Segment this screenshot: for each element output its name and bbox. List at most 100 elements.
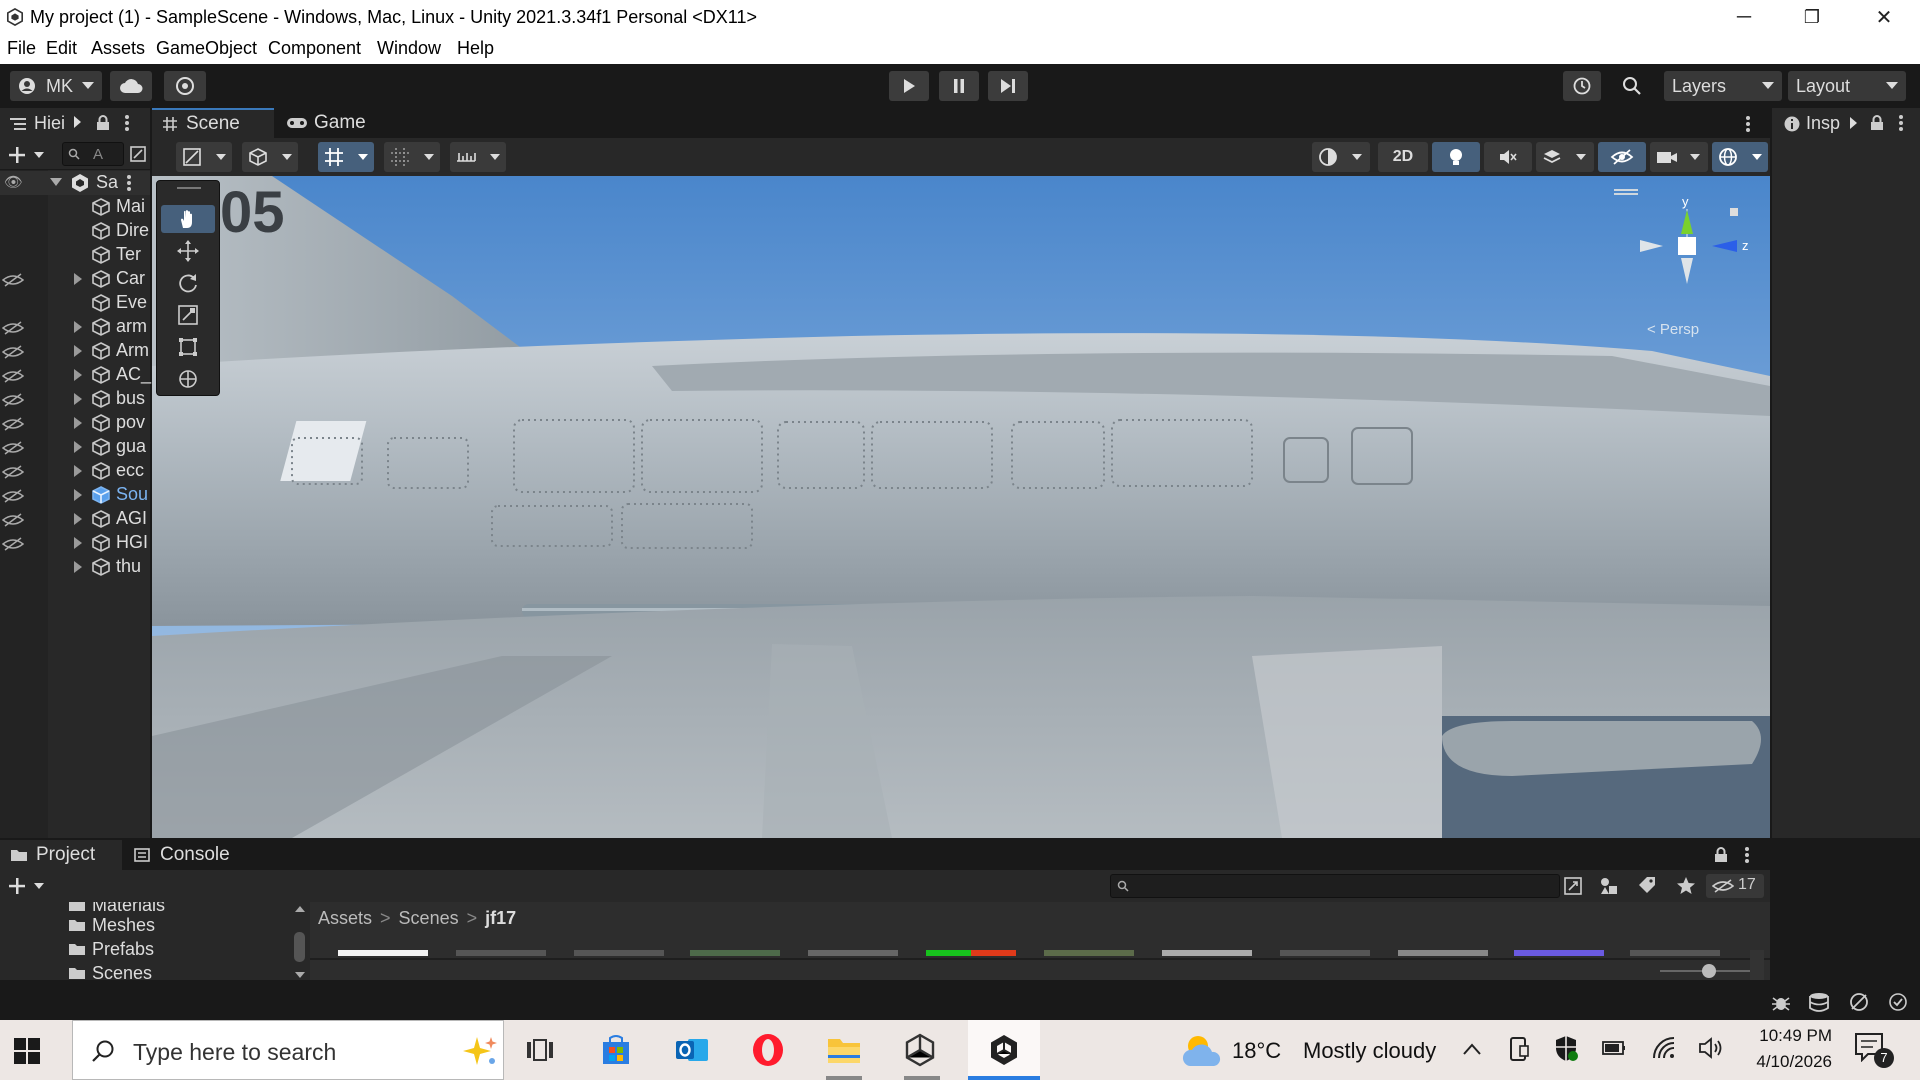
hidden-eye-icon[interactable] (2, 417, 24, 431)
asset-thumbnail[interactable] (338, 950, 428, 956)
ruler-dropdown[interactable] (450, 142, 506, 172)
layers-dropdown[interactable]: Layers (1664, 71, 1782, 101)
mode-2d-toggle[interactable]: 2D (1378, 142, 1428, 172)
camera-dropdown[interactable] (1650, 142, 1708, 172)
hidden-eye-icon[interactable] (2, 369, 24, 383)
tab-overflow-icon[interactable] (74, 116, 81, 128)
hidden-eye-icon[interactable] (2, 465, 24, 479)
hierarchy-search-input[interactable]: A (62, 142, 124, 166)
expand-arrow-icon[interactable] (74, 561, 82, 573)
security-shield-icon[interactable] (1554, 1034, 1578, 1062)
favorite-star-icon[interactable] (1676, 876, 1696, 896)
search-button[interactable] (1613, 71, 1651, 101)
folder-item-prefabs[interactable]: Prefabs (68, 938, 154, 960)
draw-mode-dropdown[interactable] (176, 142, 232, 172)
audio-toggle[interactable] (1484, 142, 1532, 172)
hidden-eye-icon[interactable] (2, 321, 24, 335)
grid-snapping-toggle[interactable] (318, 142, 374, 172)
unity-hub-button[interactable] (898, 1028, 942, 1072)
scene-root-row[interactable]: 👁 Sa (0, 171, 150, 195)
layout-dropdown[interactable]: Layout (1788, 71, 1906, 101)
hidden-eye-icon[interactable] (2, 489, 24, 503)
expand-arrow-icon[interactable] (74, 441, 82, 453)
add-icon[interactable] (8, 146, 26, 164)
rect-tool-button[interactable] (161, 333, 215, 361)
tab-game[interactable]: Game (276, 108, 386, 138)
hierarchy-item[interactable]: Arm (0, 339, 150, 363)
lock-icon[interactable] (1870, 115, 1884, 131)
expand-arrow-icon[interactable] (74, 513, 82, 525)
kebab-menu-icon[interactable] (1898, 115, 1904, 131)
collab-button[interactable] (164, 71, 206, 101)
asset-scrollbar[interactable] (1750, 950, 1764, 980)
outlook-button[interactable] (670, 1028, 714, 1072)
icon-size-slider-handle[interactable] (1702, 964, 1716, 978)
opera-button[interactable] (746, 1028, 790, 1072)
unity-editor-button[interactable] (968, 1020, 1040, 1080)
render-mode-dropdown[interactable] (242, 142, 298, 172)
hierarchy-item[interactable]: arm (0, 315, 150, 339)
scale-tool-button[interactable] (161, 301, 215, 329)
microsoft-store-button[interactable] (594, 1028, 638, 1072)
hierarchy-item[interactable]: bus (0, 387, 150, 411)
step-button[interactable] (988, 71, 1028, 101)
hidden-eye-icon[interactable] (2, 345, 24, 359)
start-button[interactable] (14, 1038, 40, 1069)
asset-thumbnail[interactable] (456, 950, 546, 956)
scene-visibility-icon[interactable] (130, 146, 146, 162)
kebab-menu-icon[interactable] (1744, 847, 1750, 863)
hierarchy-item[interactable]: pov (0, 411, 150, 435)
hierarchy-item[interactable]: Ter (0, 243, 150, 267)
expand-arrow-icon[interactable] (74, 417, 82, 429)
weather-temperature[interactable]: 18°C (1232, 1038, 1281, 1064)
phone-link-icon[interactable] (1508, 1036, 1530, 1062)
add-icon[interactable] (8, 877, 26, 895)
effects-dropdown[interactable] (1536, 142, 1594, 172)
gizmos-dropdown[interactable] (1712, 142, 1768, 172)
lock-icon[interactable] (1714, 847, 1728, 863)
menu-help[interactable]: Help (457, 38, 494, 59)
eye-icon[interactable]: 👁 (4, 173, 23, 191)
kebab-menu-icon[interactable] (124, 115, 130, 131)
play-button[interactable] (889, 71, 929, 101)
rotate-tool-button[interactable] (161, 269, 215, 297)
expand-arrow-icon[interactable] (74, 321, 82, 333)
asset-thumbnail[interactable] (926, 950, 1016, 956)
undo-history-button[interactable] (1563, 71, 1601, 101)
wifi-icon[interactable] (1652, 1036, 1676, 1060)
cache-server-icon[interactable] (1808, 992, 1830, 1012)
asset-thumbnail[interactable] (1162, 950, 1252, 956)
hidden-eye-icon[interactable] (2, 393, 24, 407)
asset-thumbnail[interactable] (690, 950, 780, 956)
asset-thumbnail[interactable] (1280, 950, 1370, 956)
add-dropdown-caret-icon[interactable] (34, 883, 44, 889)
hierarchy-item[interactable]: thu (0, 555, 150, 579)
transform-tool-button[interactable] (161, 365, 215, 393)
breadcrumb-assets[interactable]: Assets (318, 908, 372, 929)
debug-bug-icon[interactable] (1770, 992, 1792, 1012)
increment-snap-dropdown[interactable] (384, 142, 440, 172)
expand-arrow-icon[interactable] (74, 369, 82, 381)
hierarchy-item[interactable]: Mai (0, 195, 150, 219)
minimize-button[interactable]: ─ (1710, 0, 1778, 34)
close-button[interactable]: ✕ (1850, 0, 1918, 34)
file-explorer-button[interactable] (822, 1028, 866, 1072)
search-scope-icon[interactable] (1564, 877, 1582, 895)
hand-tool-button[interactable] (161, 205, 215, 233)
battery-icon[interactable] (1602, 1040, 1626, 1056)
expand-arrow-icon[interactable] (74, 393, 82, 405)
chevron-up-icon[interactable] (1462, 1042, 1482, 1056)
menu-window[interactable]: Window (377, 38, 441, 59)
expand-arrow-icon[interactable] (74, 537, 82, 549)
expand-arrow-icon[interactable] (74, 489, 82, 501)
menu-component[interactable]: Component (268, 38, 361, 59)
hierarchy-item[interactable]: Dire (0, 219, 150, 243)
hidden-eye-icon[interactable] (2, 273, 24, 287)
account-dropdown[interactable]: MK (10, 71, 102, 101)
clock-date[interactable]: 4/10/2026 (1748, 1052, 1832, 1072)
breadcrumb-jf17[interactable]: jf17 (485, 908, 516, 929)
weather-description[interactable]: Mostly cloudy (1303, 1038, 1436, 1064)
breadcrumb-scenes[interactable]: Scenes (399, 908, 459, 929)
expand-arrow-icon[interactable] (50, 178, 62, 186)
asset-thumbnail[interactable] (574, 950, 664, 956)
